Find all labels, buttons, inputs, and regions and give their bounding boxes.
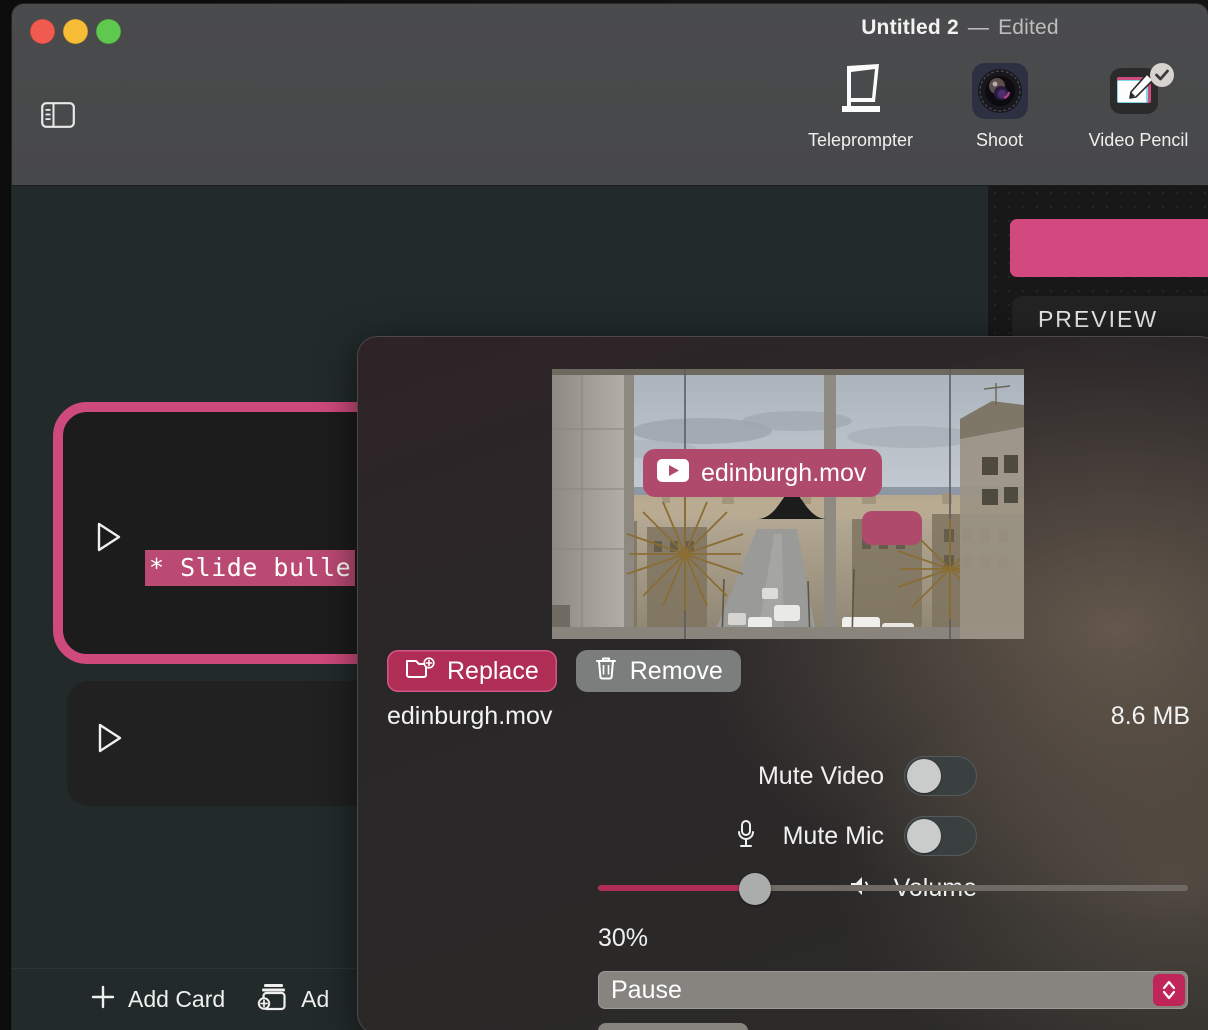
mute-mic-row: Mute Mic (357, 816, 977, 856)
toggle-knob (907, 819, 941, 853)
toolbar-item-teleprompter[interactable]: Teleprompter (791, 60, 930, 151)
file-size: 8.6 MB (1110, 702, 1190, 730)
toolbar-item-label: Shoot (975, 130, 1024, 150)
file-info-row: edinburgh.mov 8.6 MB (387, 702, 1190, 731)
add-deck-label: Ad (301, 986, 330, 1012)
window-title-dash: — (967, 16, 990, 39)
window-title-edited-state: Edited (998, 16, 1059, 39)
remove-label: Remove (629, 656, 723, 685)
trash-icon (594, 655, 618, 688)
partial-control-below[interactable] (598, 1023, 748, 1030)
preview-label: PREVIEW (1037, 306, 1159, 332)
mute-mic-toggle[interactable] (904, 816, 977, 856)
add-card-label: Add Card (128, 986, 226, 1012)
card-accent-chip (862, 511, 922, 545)
toolbar-item-video-pencil[interactable]: Video Pencil (1069, 60, 1208, 151)
mute-video-toggle[interactable] (904, 756, 977, 796)
video-settings-popover: Replace Remove edinburgh.mov 8.6 MB Mute… (357, 336, 1208, 1030)
card-text[interactable]: * Slide bulle (145, 550, 356, 586)
video-badge-label: edinburgh.mov (701, 458, 867, 487)
toolbar-item-label: Teleprompter (807, 130, 914, 150)
preview-accent-bar (1010, 219, 1208, 277)
volume-value: 30% (598, 924, 649, 952)
end-action-select[interactable]: Pause (598, 971, 1188, 1009)
mute-mic-label: Mute Mic (782, 821, 884, 850)
video-badge[interactable]: edinburgh.mov (643, 449, 883, 497)
play-triangle-icon[interactable] (96, 522, 122, 557)
camera-lens-icon (930, 60, 1069, 122)
file-name: edinburgh.mov (387, 702, 553, 730)
remove-button[interactable]: Remove (575, 650, 741, 692)
add-deck-button[interactable]: Ad (255, 982, 329, 1018)
file-actions: Replace Remove (387, 650, 741, 692)
toolbar: Teleprompter Shoot Video Pencil (791, 60, 1208, 151)
add-deck-icon (255, 982, 289, 1018)
window-title-name: Untitled 2 (861, 16, 959, 39)
title-bar: Untitled 2 — Edited Teleprompter Shoot V… (12, 4, 1208, 186)
sidebar-toggle-button[interactable] (40, 100, 76, 134)
mute-video-row: Mute Video (357, 756, 977, 796)
sidebar-toggle-icon (41, 101, 75, 133)
folder-plus-icon (405, 656, 435, 687)
end-action-value: Pause (611, 975, 682, 1004)
replace-button[interactable]: Replace (387, 650, 557, 692)
app-window: Untitled 2 — Edited Teleprompter Shoot V… (12, 4, 1208, 1030)
teleprompter-icon (791, 60, 930, 122)
toggle-knob (907, 759, 941, 793)
volume-slider-fill (598, 885, 740, 891)
replace-label: Replace (447, 656, 539, 685)
play-triangle-icon[interactable] (97, 723, 123, 758)
video-play-icon (657, 459, 689, 487)
chevron-up-down-icon[interactable] (1153, 974, 1185, 1006)
microphone-icon (735, 819, 757, 854)
toolbar-item-label: Video Pencil (1088, 130, 1189, 150)
toolbar-item-shoot[interactable]: Shoot (930, 60, 1069, 151)
video-pencil-icon (1069, 60, 1208, 122)
volume-slider-knob[interactable] (739, 873, 771, 905)
window-title: Untitled 2 — Edited (12, 16, 1208, 40)
mute-video-label: Mute Video (757, 761, 884, 790)
add-card-button[interactable]: Add Card (90, 984, 225, 1016)
plus-icon (90, 984, 116, 1016)
screen: Untitled 2 — Edited Teleprompter Shoot V… (0, 0, 1208, 1030)
